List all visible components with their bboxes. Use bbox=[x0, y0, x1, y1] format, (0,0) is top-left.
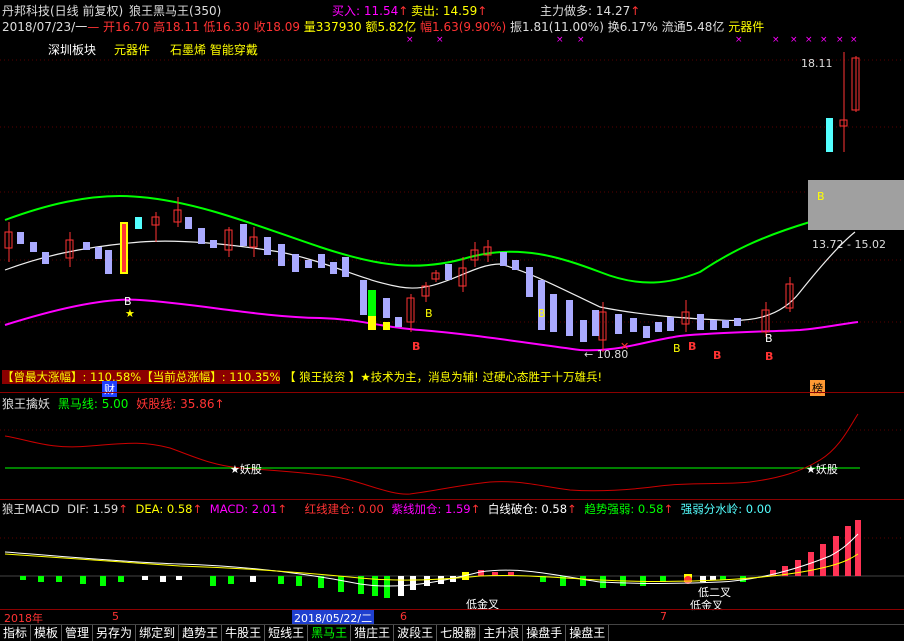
signal-markers: × × × × × × × × × × × bbox=[406, 35, 858, 45]
timeline-june: 6 bbox=[400, 610, 407, 623]
svg-text:B: B bbox=[425, 307, 433, 320]
bang-badge[interactable]: 榜 bbox=[810, 380, 825, 396]
svg-text:×: × bbox=[406, 35, 414, 45]
svg-text:×: × bbox=[436, 35, 444, 45]
svg-text:×: × bbox=[577, 35, 585, 45]
svg-text:B: B bbox=[412, 340, 420, 353]
main-force-readout: 主力做多: 14.27↑ bbox=[540, 4, 641, 18]
tab-trend-king[interactable]: 趋势王 bbox=[179, 625, 223, 641]
pane-divider-2 bbox=[0, 499, 904, 500]
timeline-july: 7 bbox=[660, 610, 667, 623]
tab-main-wave[interactable]: 主升浪 bbox=[480, 625, 524, 641]
svg-text:B: B bbox=[765, 332, 773, 345]
svg-text:B: B bbox=[673, 342, 681, 355]
tab-bind-to[interactable]: 绑定到 bbox=[136, 625, 180, 641]
pane3-header: 狼王MACD DIF: 1.59↑ DEA: 0.58↑ MACD: 2.01↑… bbox=[2, 502, 772, 516]
svg-text:B: B bbox=[688, 340, 696, 353]
tab-trader[interactable]: 操盘手 bbox=[523, 625, 567, 641]
svg-text:★: ★ bbox=[125, 307, 135, 320]
dif-line bbox=[4, 533, 859, 587]
svg-text:×: × bbox=[836, 35, 844, 45]
svg-text:×: × bbox=[790, 35, 798, 45]
svg-text:B: B bbox=[713, 349, 721, 362]
demon-marker-1: ★妖股 bbox=[230, 463, 262, 476]
price-low-label: ← 10.80 bbox=[584, 348, 629, 361]
dea-line bbox=[4, 553, 859, 582]
bottom-toolbar: 指标 模板 管理 另存为 绑定到 趋势王 牛股王 短线王 黑马王 猎庄王 波段王 七股翻 主升浪 操盘手操… bbox=[0, 624, 904, 641]
price-range-label: 13.72 - 15.02 bbox=[812, 238, 886, 251]
buy-readout: 买入: 11.54↑ bbox=[332, 4, 409, 18]
header-row-1: 丹邦科技(日线 前复权) 狼王黑马王(350) bbox=[2, 4, 221, 18]
price-high-label: 18.11 bbox=[801, 57, 833, 70]
tab-template[interactable]: 模板 bbox=[31, 625, 63, 641]
svg-text:×: × bbox=[556, 35, 564, 45]
tab-manage[interactable]: 管理 bbox=[62, 625, 94, 641]
svg-text:B: B bbox=[765, 350, 773, 363]
pane-divider-1 bbox=[0, 392, 904, 393]
stock-title: 丹邦科技(日线 前复权) bbox=[2, 4, 124, 18]
tab-seven-fold[interactable]: 七股翻 bbox=[437, 625, 481, 641]
tab-wave-king[interactable]: 波段王 bbox=[394, 625, 438, 641]
timeline-axis[interactable]: 2018年 5 2018/05/22/二 6 7 bbox=[0, 609, 904, 626]
tab-indicator[interactable]: 指标 bbox=[0, 625, 32, 641]
svg-text:×: × bbox=[850, 35, 858, 45]
cai-badge[interactable]: 财 bbox=[102, 381, 117, 397]
svg-text:×: × bbox=[735, 35, 743, 45]
tab-trader-king[interactable]: 操盘王 bbox=[566, 625, 610, 641]
price-zone-box bbox=[808, 180, 904, 230]
tab-bull-king[interactable]: 牛股王 bbox=[222, 625, 266, 641]
pane2-header: 狼王擒妖 黑马线: 5.00 妖股线: 35.86↑ bbox=[2, 397, 225, 411]
indicator-title: 狼王黑马王(350) bbox=[129, 4, 222, 18]
info-banner: 【曾最大涨幅】: 110.58%【当前总涨幅】: 110.35% 【 狼王投资 … bbox=[2, 370, 603, 384]
buy-markers: B ★ B B B B B B B B ✕ bbox=[124, 295, 773, 363]
zone-b-label: B bbox=[817, 190, 825, 203]
svg-text:B: B bbox=[538, 307, 546, 320]
tab-hunter-king[interactable]: 猎庄王 bbox=[351, 625, 395, 641]
svg-text:×: × bbox=[805, 35, 813, 45]
svg-text:×: × bbox=[772, 35, 780, 45]
upper-band-line bbox=[4, 195, 859, 284]
macd-histogram bbox=[20, 520, 861, 598]
price-chart[interactable]: × × × × × × × × × × × B B ★ B B B B B B … bbox=[0, 32, 904, 392]
demon-indicator-chart[interactable] bbox=[0, 410, 904, 502]
demon-marker-2: ★妖股 bbox=[806, 463, 838, 476]
svg-text:×: × bbox=[820, 35, 828, 45]
tab-save-as[interactable]: 另存为 bbox=[93, 625, 137, 641]
macd-chart[interactable] bbox=[0, 518, 904, 608]
sell-readout: 卖出: 14.59↑ bbox=[411, 4, 488, 18]
tab-dark-horse-king[interactable]: 黑马王 bbox=[308, 625, 352, 641]
timeline-may: 5 bbox=[112, 610, 119, 623]
demon-line bbox=[4, 413, 859, 495]
tab-short-king[interactable]: 短线王 bbox=[265, 625, 309, 641]
